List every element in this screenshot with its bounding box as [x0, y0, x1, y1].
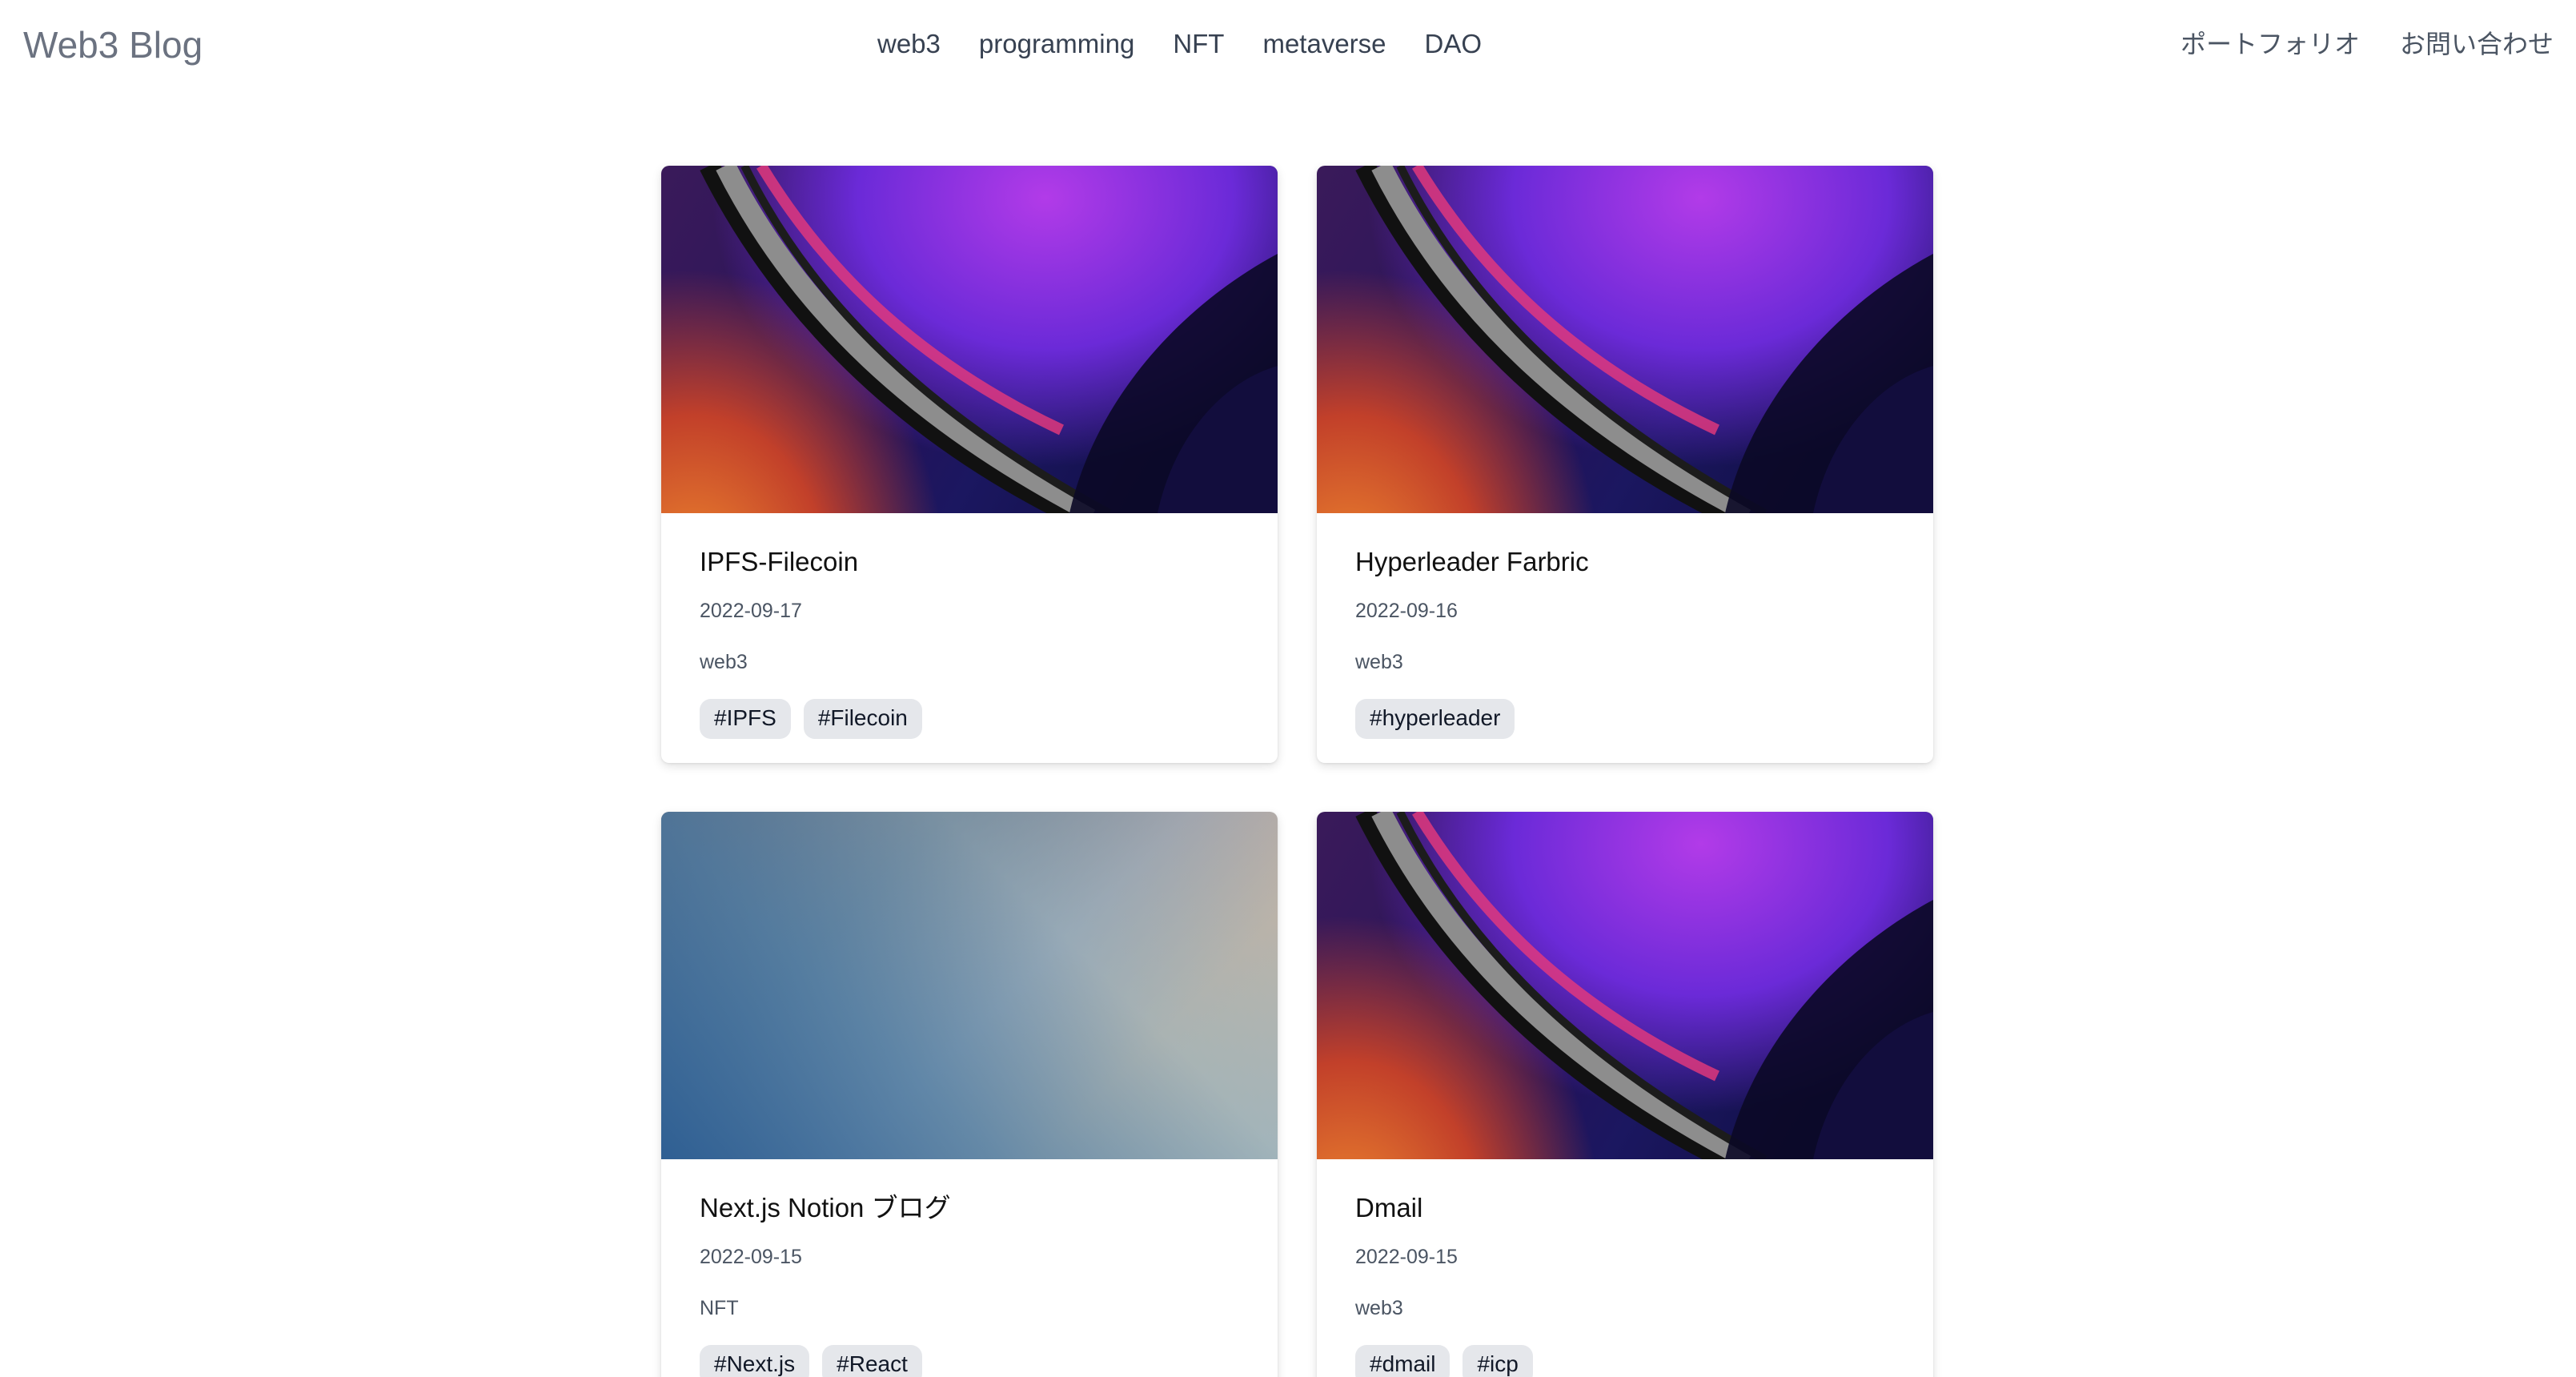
post-category: web3 — [1355, 1297, 1403, 1319]
tag-chip[interactable]: #Filecoin — [803, 699, 922, 739]
post-thumbnail[interactable] — [1317, 812, 1933, 1159]
nav-item-nft[interactable]: NFT — [1173, 22, 1224, 66]
site-logo[interactable]: Web3 Blog — [23, 19, 203, 70]
contact-link[interactable]: お問い合わせ — [2400, 22, 2554, 66]
tag-chip[interactable]: #IPFS — [700, 699, 791, 739]
page: Web3 Blog web3 programming NFT metaverse… — [0, 0, 2576, 1377]
post-tags: #Next.js #React — [700, 1345, 1239, 1377]
nav-item-programming[interactable]: programming — [979, 22, 1134, 66]
post-card-body: Hyperleader Farbric 2022-09-16 web3 #hyp… — [1317, 513, 1933, 763]
tag-chip[interactable]: #Next.js — [700, 1345, 810, 1377]
wallpaper-graphic — [700, 166, 1278, 513]
post-tags: #dmail #icp — [1355, 1345, 1895, 1377]
post-card-body: IPFS-Filecoin 2022-09-17 web3 #IPFS #Fil… — [661, 513, 1278, 763]
post-date: 2022-09-17 — [700, 600, 802, 622]
gradient-overlay — [661, 812, 1278, 1159]
utility-nav: ポートフォリオ お問い合わせ — [2181, 22, 2554, 66]
post-thumbnail[interactable] — [661, 812, 1278, 1159]
post-card[interactable]: Hyperleader Farbric 2022-09-16 web3 #hyp… — [1317, 166, 1933, 763]
category-nav: web3 programming NFT metaverse DAO — [877, 22, 1482, 66]
post-card[interactable]: Dmail 2022-09-15 web3 #dmail #icp — [1317, 812, 1933, 1377]
post-title[interactable]: IPFS-Filecoin — [700, 544, 1239, 580]
post-date: 2022-09-15 — [1355, 1246, 1458, 1268]
post-date: 2022-09-15 — [700, 1246, 802, 1268]
post-card[interactable]: Next.js Notion ブログ 2022-09-15 NFT #Next.… — [661, 812, 1278, 1377]
post-title[interactable]: Hyperleader Farbric — [1355, 544, 1895, 580]
tag-chip[interactable]: #React — [822, 1345, 922, 1377]
tag-chip[interactable]: #dmail — [1355, 1345, 1451, 1377]
wallpaper-graphic — [1355, 166, 1933, 513]
tag-chip[interactable]: #hyperleader — [1355, 699, 1515, 739]
portfolio-link[interactable]: ポートフォリオ — [2181, 22, 2360, 66]
nav-item-web3[interactable]: web3 — [877, 22, 941, 66]
nav-item-dao[interactable]: DAO — [1425, 22, 1483, 66]
post-category: NFT — [700, 1297, 739, 1319]
post-thumbnail[interactable] — [661, 166, 1278, 513]
tag-chip[interactable]: #icp — [1463, 1345, 1533, 1377]
post-card-body: Dmail 2022-09-15 web3 #dmail #icp — [1317, 1159, 1933, 1377]
nav-item-metaverse[interactable]: metaverse — [1262, 22, 1386, 66]
site-header: Web3 Blog web3 programming NFT metaverse… — [0, 0, 2576, 88]
post-category: web3 — [1355, 651, 1403, 673]
wallpaper-graphic — [1355, 812, 1933, 1159]
post-thumbnail[interactable] — [1317, 166, 1933, 513]
post-category: web3 — [700, 651, 748, 673]
post-card-body: Next.js Notion ブログ 2022-09-15 NFT #Next.… — [661, 1159, 1278, 1377]
post-tags: #hyperleader — [1355, 699, 1895, 739]
post-title[interactable]: Next.js Notion ブログ — [700, 1190, 1239, 1226]
post-card[interactable]: IPFS-Filecoin 2022-09-17 web3 #IPFS #Fil… — [661, 166, 1278, 763]
post-tags: #IPFS #Filecoin — [700, 699, 1239, 739]
post-date: 2022-09-16 — [1355, 600, 1458, 622]
post-title[interactable]: Dmail — [1355, 1190, 1895, 1226]
